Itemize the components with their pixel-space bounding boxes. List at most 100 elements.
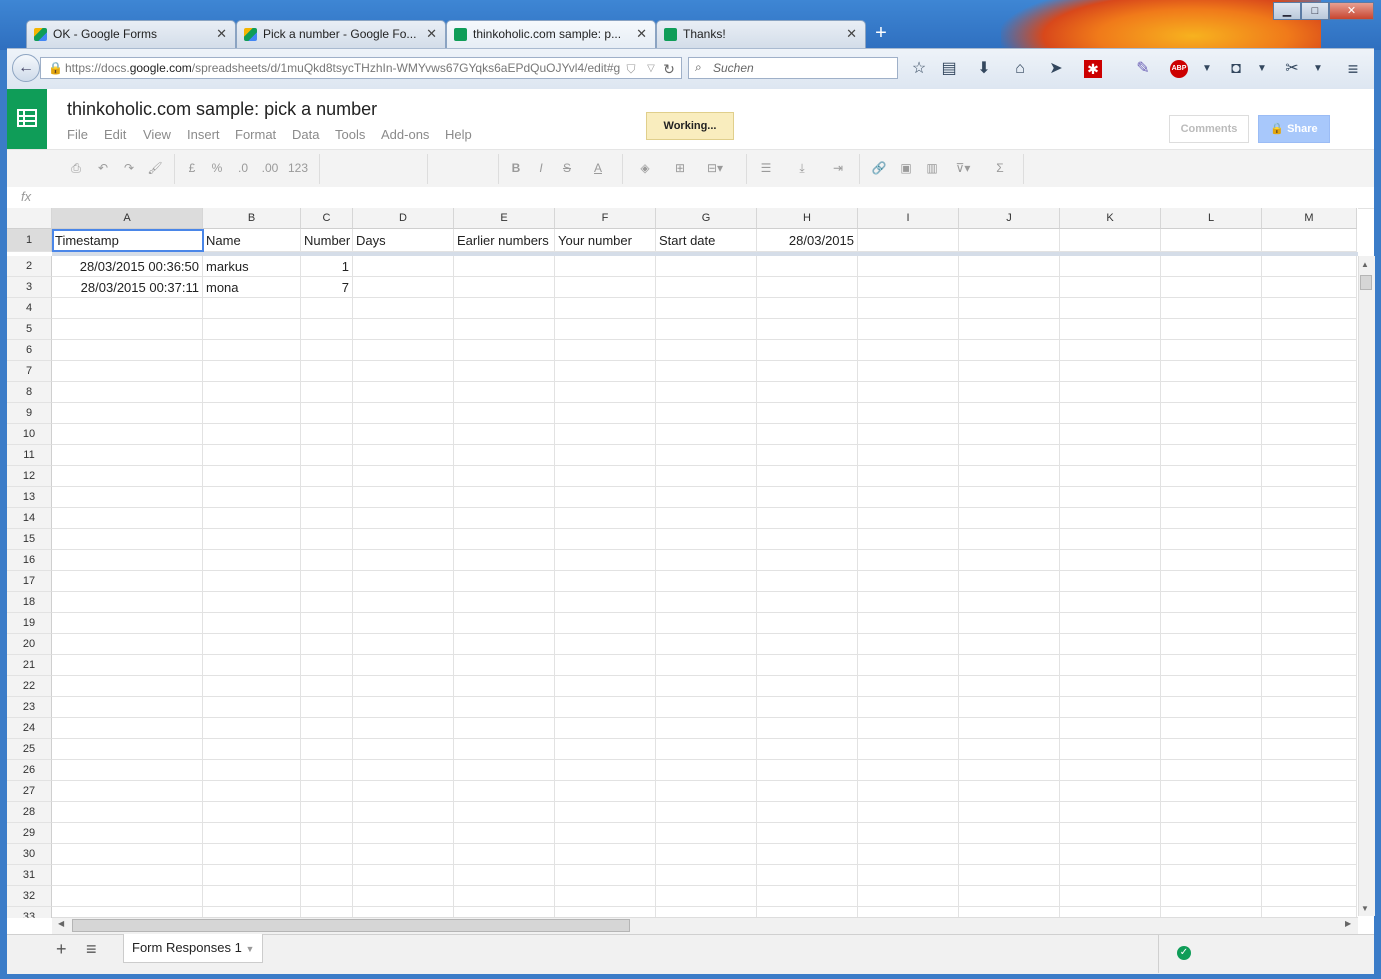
cell[interactable]: 28/03/2015 00:37:11: [52, 277, 203, 298]
addon-feather-icon[interactable]: ✎: [1132, 58, 1154, 80]
send-icon[interactable]: ➤: [1045, 58, 1067, 80]
cell[interactable]: [1060, 676, 1161, 697]
cell[interactable]: [52, 634, 203, 655]
cell[interactable]: [858, 340, 959, 361]
cell[interactable]: [858, 634, 959, 655]
cell[interactable]: [959, 844, 1060, 865]
cell[interactable]: [1161, 571, 1262, 592]
cell[interactable]: [757, 487, 858, 508]
cell[interactable]: [959, 886, 1060, 907]
cell[interactable]: [353, 823, 454, 844]
cell[interactable]: [203, 298, 301, 319]
cell[interactable]: [656, 697, 757, 718]
text-color-button[interactable]: A: [587, 158, 609, 178]
cell[interactable]: [203, 382, 301, 403]
cell[interactable]: [301, 718, 353, 739]
cell[interactable]: [757, 697, 858, 718]
cell[interactable]: [1262, 592, 1357, 613]
cell[interactable]: [301, 319, 353, 340]
cell[interactable]: [1060, 718, 1161, 739]
functions-button[interactable]: Σ: [990, 158, 1010, 178]
cell[interactable]: [959, 655, 1060, 676]
cell[interactable]: [454, 256, 555, 277]
cell[interactable]: [353, 739, 454, 760]
undo-icon[interactable]: ↶: [93, 158, 113, 178]
cell[interactable]: [353, 382, 454, 403]
cell[interactable]: [353, 508, 454, 529]
row-header[interactable]: 3: [7, 277, 52, 298]
cell[interactable]: [858, 655, 959, 676]
cell[interactable]: [858, 739, 959, 760]
dropdown-icon[interactable]: ▼: [1307, 58, 1329, 80]
cell[interactable]: [1161, 718, 1262, 739]
more-formats-button[interactable]: 123: [285, 158, 311, 178]
cell[interactable]: [353, 697, 454, 718]
cell[interactable]: [858, 592, 959, 613]
bold-button[interactable]: B: [506, 158, 526, 178]
cell[interactable]: [52, 865, 203, 886]
cell[interactable]: [301, 340, 353, 361]
cell[interactable]: [454, 760, 555, 781]
cell[interactable]: [1060, 655, 1161, 676]
cell[interactable]: [959, 424, 1060, 445]
cell[interactable]: [959, 592, 1060, 613]
cell[interactable]: [555, 739, 656, 760]
cell[interactable]: [757, 340, 858, 361]
cell[interactable]: [1161, 739, 1262, 760]
cell[interactable]: [52, 655, 203, 676]
cell[interactable]: [353, 760, 454, 781]
cell[interactable]: [203, 592, 301, 613]
cell[interactable]: [203, 466, 301, 487]
header-cell[interactable]: Your number: [555, 229, 656, 252]
cell[interactable]: [353, 340, 454, 361]
close-icon[interactable]: ✕: [846, 26, 857, 42]
cell[interactable]: [353, 487, 454, 508]
cell[interactable]: [1161, 508, 1262, 529]
cell[interactable]: [52, 487, 203, 508]
cell[interactable]: [52, 550, 203, 571]
cell[interactable]: [203, 823, 301, 844]
cell[interactable]: [656, 634, 757, 655]
cell[interactable]: [555, 844, 656, 865]
cell[interactable]: [454, 298, 555, 319]
cell[interactable]: [757, 466, 858, 487]
cell[interactable]: [1262, 382, 1357, 403]
column-header-m[interactable]: M: [1262, 208, 1357, 229]
cell[interactable]: [1262, 277, 1357, 298]
browser-tab[interactable]: OK - Google Forms ✕: [26, 20, 236, 48]
cell[interactable]: [1262, 844, 1357, 865]
cell[interactable]: [301, 424, 353, 445]
cell[interactable]: [959, 487, 1060, 508]
cell[interactable]: [1262, 886, 1357, 907]
cell[interactable]: [757, 802, 858, 823]
cell[interactable]: [1060, 571, 1161, 592]
cell[interactable]: [757, 634, 858, 655]
row-header[interactable]: 33: [7, 907, 52, 918]
cell[interactable]: [454, 445, 555, 466]
cell[interactable]: [52, 739, 203, 760]
cell[interactable]: [52, 823, 203, 844]
cell[interactable]: [454, 844, 555, 865]
cell[interactable]: [353, 886, 454, 907]
column-header-a[interactable]: A: [52, 208, 203, 229]
cell[interactable]: [959, 445, 1060, 466]
row-header[interactable]: 27: [7, 781, 52, 802]
row-header[interactable]: 30: [7, 844, 52, 865]
cell[interactable]: [1060, 592, 1161, 613]
cell[interactable]: [1262, 298, 1357, 319]
cell[interactable]: [52, 466, 203, 487]
row-header[interactable]: 5: [7, 319, 52, 340]
cell[interactable]: [1161, 361, 1262, 382]
cell[interactable]: [656, 865, 757, 886]
row-header[interactable]: 23: [7, 697, 52, 718]
cell[interactable]: [1262, 802, 1357, 823]
cell[interactable]: [656, 508, 757, 529]
cell[interactable]: [52, 760, 203, 781]
cell[interactable]: [656, 277, 757, 298]
cell[interactable]: [52, 718, 203, 739]
cell[interactable]: [52, 361, 203, 382]
cell[interactable]: [1161, 487, 1262, 508]
cell[interactable]: [757, 781, 858, 802]
spreadsheet-grid[interactable]: ABCDEFGHIJKLM 1 Timestamp Name Number Days Ea…: [7, 208, 1358, 918]
cell[interactable]: [555, 571, 656, 592]
